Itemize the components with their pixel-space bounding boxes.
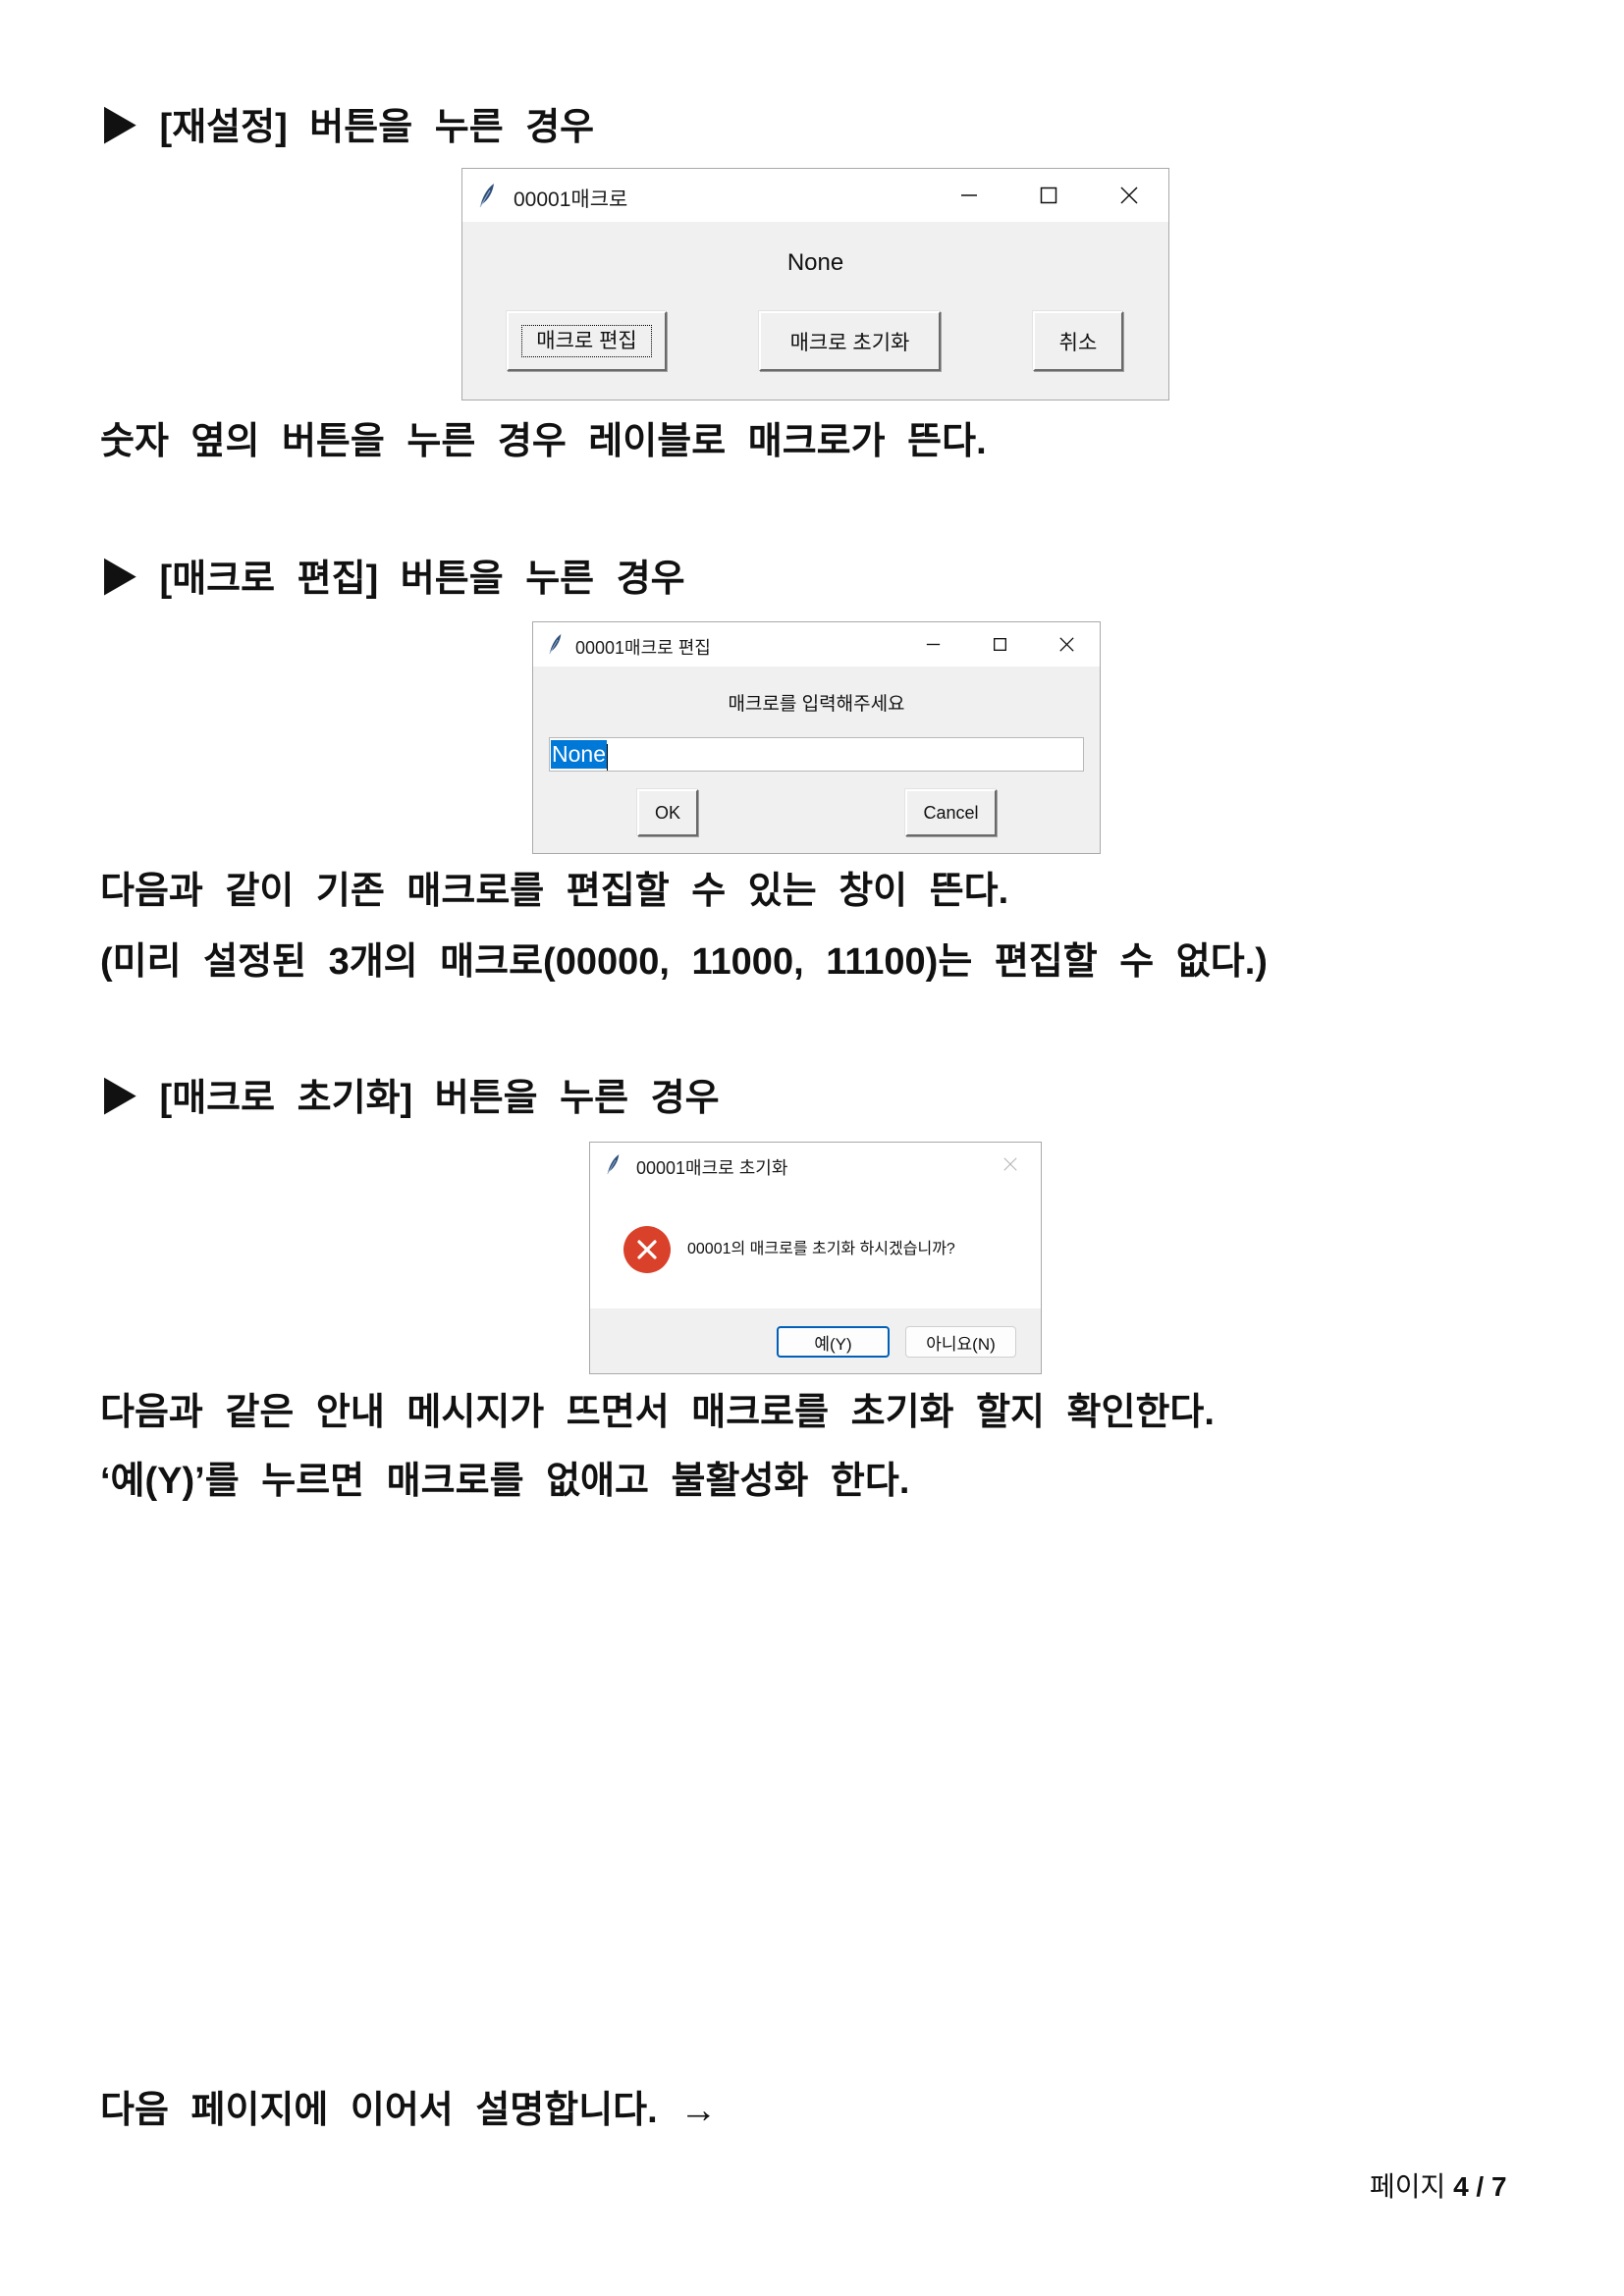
page-separator: / — [1476, 2171, 1485, 2202]
section-caption: 숫자 옆의 버튼을 누른 경우 레이블로 매크로가 뜬다. — [100, 421, 987, 462]
title-bar[interactable]: 00001매크로 편집 — [533, 622, 1100, 667]
total-pages: 7 — [1490, 2171, 1507, 2202]
no-button[interactable]: 아니요(N) — [905, 1326, 1016, 1358]
edit-macro-button[interactable]: 매크로 편집 — [507, 311, 667, 371]
section-heading-reset-macro: ▶ [매크로 초기화] 버튼을 누른 경우 — [100, 1078, 720, 1119]
ok-button-label: OK — [654, 802, 680, 823]
feather-icon — [549, 634, 562, 655]
section-heading-edit: ▶ [매크로 편집] 버튼을 누른 경우 — [100, 559, 685, 600]
section-caption: 다음과 같이 기존 매크로를 편집할 수 있는 창이 뜬다. — [100, 871, 1009, 912]
confirm-message: 00001의 매크로를 초기화 하시겠습니까? — [687, 1241, 955, 1257]
close-icon[interactable] — [1120, 187, 1138, 204]
edit-macro-button-label: 매크로 편집 — [521, 324, 652, 358]
cancel-button[interactable]: Cancel — [905, 789, 997, 836]
close-icon[interactable] — [1059, 637, 1074, 652]
cancel-button[interactable]: 취소 — [1033, 311, 1123, 371]
window-title: 00001매크로 편집 — [575, 638, 711, 658]
close-icon[interactable] — [1003, 1157, 1017, 1171]
page-label: 페이지 — [1370, 2171, 1446, 2202]
page-number: 페이지 4 / 7 — [1370, 2169, 1537, 2205]
maximize-icon[interactable] — [1040, 187, 1057, 204]
macro-window: 00001매크로 None 매크로 편집 매크로 초기화 취소 — [461, 168, 1169, 400]
title-bar[interactable]: 00001매크로 — [462, 169, 1168, 222]
error-icon — [623, 1226, 671, 1273]
maximize-icon[interactable] — [993, 637, 1007, 652]
section-caption: 다음과 같은 안내 메시지가 뜨면서 매크로를 초기화 할지 확인한다. — [100, 1392, 1215, 1433]
title-bar[interactable]: 00001매크로 초기화 — [590, 1143, 1041, 1187]
no-button-label: 아니요(N) — [926, 1334, 996, 1354]
cancel-button-label: Cancel — [923, 802, 979, 823]
section-caption: ‘예(Y)’를 누르면 매크로를 없애고 불활성화 한다. — [100, 1461, 910, 1502]
text-cursor — [606, 744, 608, 772]
reset-confirm-dialog: 00001매크로 초기화 00001의 매크로를 초기화 하시겠습니까? 예(Y… — [589, 1142, 1042, 1374]
feather-icon — [607, 1154, 620, 1175]
section-caption-note: (미리 설정된 3개의 매크로(00000, 11000, 11100)는 편집… — [100, 941, 1268, 983]
next-page-note: 다음 페이지에 이어서 설명합니다. → — [100, 2090, 718, 2131]
edit-macro-dialog: 00001매크로 편집 매크로를 입력해주세요 None OK Cancel — [532, 621, 1101, 854]
minimize-icon[interactable] — [960, 187, 978, 204]
cancel-button-label: 취소 — [1058, 331, 1098, 354]
ok-button[interactable]: OK — [637, 789, 698, 836]
minimize-icon[interactable] — [926, 637, 941, 652]
reset-macro-button-label: 매크로 초기화 — [789, 331, 910, 354]
current-page: 4 — [1453, 2171, 1469, 2202]
section-heading-reset: ▶ [재설정] 버튼을 누른 경우 — [100, 107, 595, 148]
window-title: 00001매크로 초기화 — [636, 1158, 788, 1178]
window-title: 00001매크로 — [514, 188, 628, 211]
macro-input-selected-text: None — [551, 740, 607, 769]
prompt-label: 매크로를 입력해주세요 — [728, 694, 905, 715]
feather-icon — [479, 184, 494, 208]
reset-macro-button[interactable]: 매크로 초기화 — [759, 311, 941, 371]
yes-button[interactable]: 예(Y) — [777, 1326, 890, 1358]
yes-button-label: 예(Y) — [814, 1334, 852, 1354]
macro-value-label: None — [786, 249, 844, 276]
macro-input[interactable]: None — [549, 737, 1084, 772]
